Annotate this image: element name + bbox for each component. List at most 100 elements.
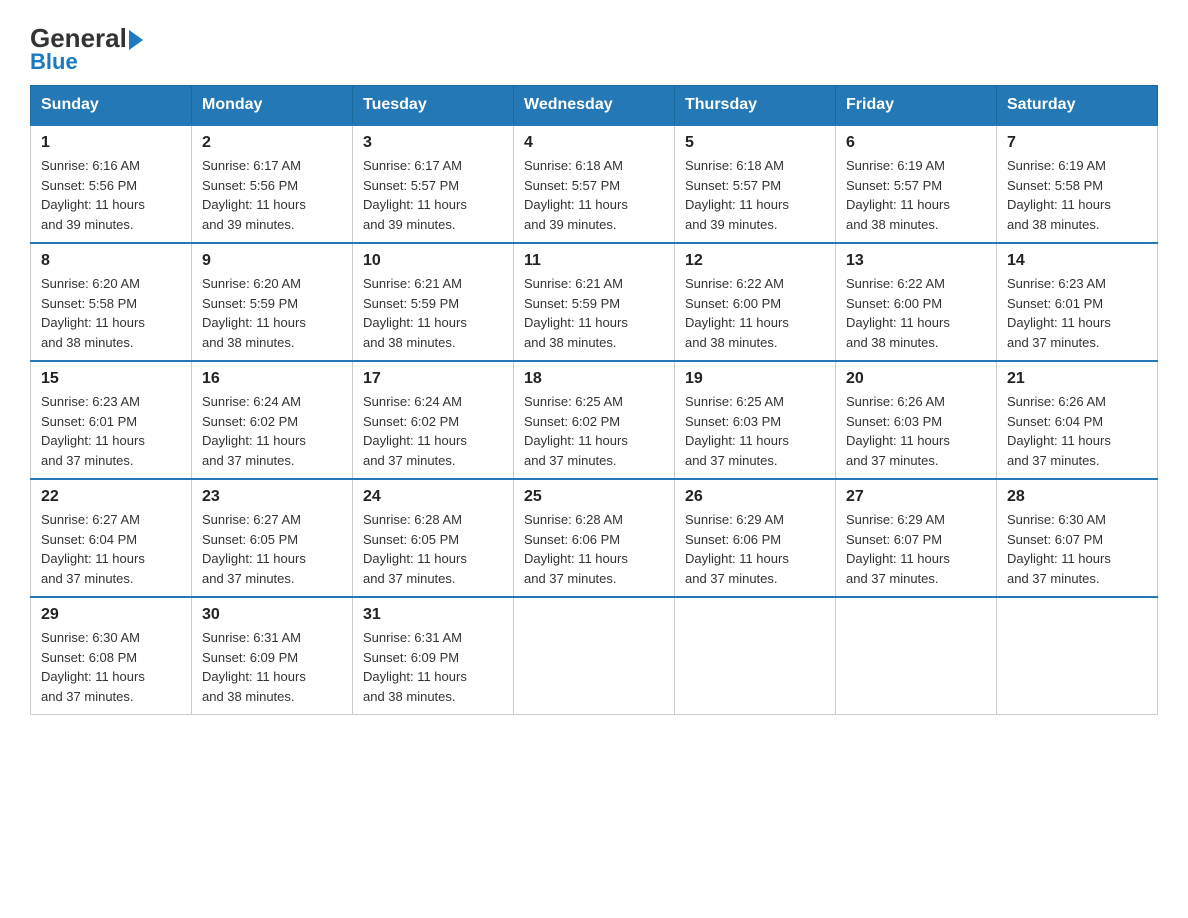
day-number: 9 (202, 252, 342, 270)
calendar-header-row: SundayMondayTuesdayWednesdayThursdayFrid… (31, 86, 1158, 126)
calendar-cell: 18 Sunrise: 6:25 AMSunset: 6:02 PMDaylig… (514, 361, 675, 479)
calendar-cell: 16 Sunrise: 6:24 AMSunset: 6:02 PMDaylig… (192, 361, 353, 479)
logo-text: General (30, 25, 143, 51)
day-number: 11 (524, 252, 664, 270)
day-info: Sunrise: 6:22 AMSunset: 6:00 PMDaylight:… (846, 274, 986, 352)
day-number: 26 (685, 488, 825, 506)
page-header: General Blue (30, 20, 1158, 75)
day-number: 20 (846, 370, 986, 388)
day-info: Sunrise: 6:28 AMSunset: 6:06 PMDaylight:… (524, 510, 664, 588)
calendar-cell: 8 Sunrise: 6:20 AMSunset: 5:58 PMDayligh… (31, 243, 192, 361)
day-number: 8 (41, 252, 181, 270)
calendar-cell: 14 Sunrise: 6:23 AMSunset: 6:01 PMDaylig… (997, 243, 1158, 361)
day-info: Sunrise: 6:25 AMSunset: 6:02 PMDaylight:… (524, 392, 664, 470)
day-number: 21 (1007, 370, 1147, 388)
calendar-cell: 29 Sunrise: 6:30 AMSunset: 6:08 PMDaylig… (31, 597, 192, 715)
day-number: 1 (41, 134, 181, 152)
day-info: Sunrise: 6:19 AMSunset: 5:58 PMDaylight:… (1007, 156, 1147, 234)
calendar-cell (675, 597, 836, 715)
day-number: 13 (846, 252, 986, 270)
day-info: Sunrise: 6:29 AMSunset: 6:07 PMDaylight:… (846, 510, 986, 588)
day-header-sunday: Sunday (31, 86, 192, 126)
day-header-thursday: Thursday (675, 86, 836, 126)
day-number: 5 (685, 134, 825, 152)
day-info: Sunrise: 6:20 AMSunset: 5:58 PMDaylight:… (41, 274, 181, 352)
day-info: Sunrise: 6:27 AMSunset: 6:04 PMDaylight:… (41, 510, 181, 588)
day-info: Sunrise: 6:25 AMSunset: 6:03 PMDaylight:… (685, 392, 825, 470)
calendar-cell: 31 Sunrise: 6:31 AMSunset: 6:09 PMDaylig… (353, 597, 514, 715)
calendar-cell: 1 Sunrise: 6:16 AMSunset: 5:56 PMDayligh… (31, 125, 192, 243)
calendar-cell: 21 Sunrise: 6:26 AMSunset: 6:04 PMDaylig… (997, 361, 1158, 479)
day-info: Sunrise: 6:31 AMSunset: 6:09 PMDaylight:… (363, 628, 503, 706)
day-info: Sunrise: 6:26 AMSunset: 6:03 PMDaylight:… (846, 392, 986, 470)
day-info: Sunrise: 6:24 AMSunset: 6:02 PMDaylight:… (202, 392, 342, 470)
day-header-friday: Friday (836, 86, 997, 126)
day-info: Sunrise: 6:16 AMSunset: 5:56 PMDaylight:… (41, 156, 181, 234)
calendar-cell (836, 597, 997, 715)
day-info: Sunrise: 6:21 AMSunset: 5:59 PMDaylight:… (524, 274, 664, 352)
day-number: 2 (202, 134, 342, 152)
day-number: 23 (202, 488, 342, 506)
calendar-cell: 22 Sunrise: 6:27 AMSunset: 6:04 PMDaylig… (31, 479, 192, 597)
calendar-cell: 24 Sunrise: 6:28 AMSunset: 6:05 PMDaylig… (353, 479, 514, 597)
day-number: 6 (846, 134, 986, 152)
calendar-cell: 20 Sunrise: 6:26 AMSunset: 6:03 PMDaylig… (836, 361, 997, 479)
day-header-tuesday: Tuesday (353, 86, 514, 126)
day-info: Sunrise: 6:27 AMSunset: 6:05 PMDaylight:… (202, 510, 342, 588)
calendar-cell: 17 Sunrise: 6:24 AMSunset: 6:02 PMDaylig… (353, 361, 514, 479)
logo-blue-text: Blue (30, 49, 78, 75)
calendar-cell: 13 Sunrise: 6:22 AMSunset: 6:00 PMDaylig… (836, 243, 997, 361)
day-number: 19 (685, 370, 825, 388)
calendar-cell: 30 Sunrise: 6:31 AMSunset: 6:09 PMDaylig… (192, 597, 353, 715)
day-info: Sunrise: 6:18 AMSunset: 5:57 PMDaylight:… (685, 156, 825, 234)
day-number: 4 (524, 134, 664, 152)
calendar-cell: 11 Sunrise: 6:21 AMSunset: 5:59 PMDaylig… (514, 243, 675, 361)
day-info: Sunrise: 6:17 AMSunset: 5:57 PMDaylight:… (363, 156, 503, 234)
day-info: Sunrise: 6:31 AMSunset: 6:09 PMDaylight:… (202, 628, 342, 706)
day-number: 25 (524, 488, 664, 506)
day-number: 31 (363, 606, 503, 624)
day-number: 3 (363, 134, 503, 152)
day-number: 12 (685, 252, 825, 270)
logo-arrow-icon (129, 30, 143, 50)
calendar-cell: 4 Sunrise: 6:18 AMSunset: 5:57 PMDayligh… (514, 125, 675, 243)
day-info: Sunrise: 6:23 AMSunset: 6:01 PMDaylight:… (1007, 274, 1147, 352)
day-number: 24 (363, 488, 503, 506)
day-info: Sunrise: 6:30 AMSunset: 6:08 PMDaylight:… (41, 628, 181, 706)
calendar-cell (997, 597, 1158, 715)
calendar-cell: 25 Sunrise: 6:28 AMSunset: 6:06 PMDaylig… (514, 479, 675, 597)
day-info: Sunrise: 6:22 AMSunset: 6:00 PMDaylight:… (685, 274, 825, 352)
day-info: Sunrise: 6:24 AMSunset: 6:02 PMDaylight:… (363, 392, 503, 470)
calendar-cell: 12 Sunrise: 6:22 AMSunset: 6:00 PMDaylig… (675, 243, 836, 361)
day-info: Sunrise: 6:28 AMSunset: 6:05 PMDaylight:… (363, 510, 503, 588)
day-info: Sunrise: 6:20 AMSunset: 5:59 PMDaylight:… (202, 274, 342, 352)
calendar-cell (514, 597, 675, 715)
day-number: 10 (363, 252, 503, 270)
calendar-cell: 27 Sunrise: 6:29 AMSunset: 6:07 PMDaylig… (836, 479, 997, 597)
day-number: 7 (1007, 134, 1147, 152)
calendar-cell: 23 Sunrise: 6:27 AMSunset: 6:05 PMDaylig… (192, 479, 353, 597)
day-info: Sunrise: 6:23 AMSunset: 6:01 PMDaylight:… (41, 392, 181, 470)
calendar-cell: 3 Sunrise: 6:17 AMSunset: 5:57 PMDayligh… (353, 125, 514, 243)
calendar-cell: 15 Sunrise: 6:23 AMSunset: 6:01 PMDaylig… (31, 361, 192, 479)
calendar-week-row: 29 Sunrise: 6:30 AMSunset: 6:08 PMDaylig… (31, 597, 1158, 715)
day-info: Sunrise: 6:30 AMSunset: 6:07 PMDaylight:… (1007, 510, 1147, 588)
day-number: 29 (41, 606, 181, 624)
day-header-wednesday: Wednesday (514, 86, 675, 126)
day-number: 28 (1007, 488, 1147, 506)
calendar-week-row: 1 Sunrise: 6:16 AMSunset: 5:56 PMDayligh… (31, 125, 1158, 243)
calendar-cell: 26 Sunrise: 6:29 AMSunset: 6:06 PMDaylig… (675, 479, 836, 597)
day-header-saturday: Saturday (997, 86, 1158, 126)
calendar-cell: 19 Sunrise: 6:25 AMSunset: 6:03 PMDaylig… (675, 361, 836, 479)
day-info: Sunrise: 6:18 AMSunset: 5:57 PMDaylight:… (524, 156, 664, 234)
calendar-cell: 5 Sunrise: 6:18 AMSunset: 5:57 PMDayligh… (675, 125, 836, 243)
day-number: 30 (202, 606, 342, 624)
day-info: Sunrise: 6:29 AMSunset: 6:06 PMDaylight:… (685, 510, 825, 588)
day-info: Sunrise: 6:19 AMSunset: 5:57 PMDaylight:… (846, 156, 986, 234)
day-info: Sunrise: 6:21 AMSunset: 5:59 PMDaylight:… (363, 274, 503, 352)
calendar-week-row: 8 Sunrise: 6:20 AMSunset: 5:58 PMDayligh… (31, 243, 1158, 361)
calendar-week-row: 22 Sunrise: 6:27 AMSunset: 6:04 PMDaylig… (31, 479, 1158, 597)
day-number: 16 (202, 370, 342, 388)
calendar-table: SundayMondayTuesdayWednesdayThursdayFrid… (30, 85, 1158, 715)
logo: General Blue (30, 20, 143, 75)
